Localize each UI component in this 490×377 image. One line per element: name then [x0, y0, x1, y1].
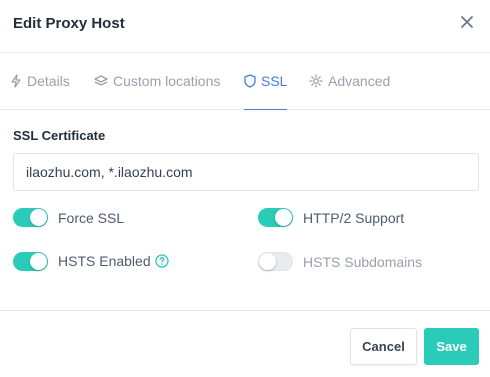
tab-custom-locations[interactable]: Custom locations — [94, 53, 220, 109]
tab-advanced[interactable]: Advanced — [309, 53, 390, 109]
tab-label: Advanced — [328, 73, 391, 89]
help-circle-icon[interactable] — [154, 253, 169, 271]
hsts-enabled-label: HSTS Enabled — [58, 253, 169, 271]
force-ssl-switch[interactable] — [13, 208, 48, 227]
cancel-button[interactable]: Cancel — [350, 328, 417, 365]
ssl-certificate-value: ilaozhu.com, *.ilaozhu.com — [26, 164, 193, 180]
hsts-enabled-switch[interactable] — [13, 252, 48, 271]
force-ssl-label: Force SSL — [58, 209, 125, 226]
tab-ssl[interactable]: SSL — [244, 53, 288, 110]
edit-proxy-host-dialog: Edit Proxy Host Details Custom locations… — [0, 0, 490, 377]
dialog-header: Edit Proxy Host — [0, 0, 490, 53]
close-icon[interactable] — [460, 15, 474, 29]
save-button[interactable]: Save — [424, 328, 479, 365]
tab-label: SSL — [261, 73, 288, 89]
dialog-title: Edit Proxy Host — [13, 15, 125, 32]
layers-icon — [94, 74, 108, 88]
force-ssl-toggle[interactable]: Force SSL — [13, 208, 124, 227]
http2-support-toggle[interactable]: HTTP/2 Support — [258, 208, 404, 227]
tab-label: Custom locations — [113, 73, 221, 89]
gear-icon — [309, 74, 323, 88]
hsts-enabled-toggle[interactable]: HSTS Enabled — [13, 252, 169, 271]
tab-bar: Details Custom locations SSL Advanced — [0, 53, 490, 110]
tab-details[interactable]: Details — [10, 53, 70, 109]
hsts-subdomains-toggle[interactable]: HSTS Subdomains — [258, 252, 422, 271]
http2-support-label: HTTP/2 Support — [303, 209, 405, 226]
tab-label: Details — [27, 73, 70, 89]
hsts-subdomains-switch[interactable] — [258, 252, 293, 271]
shield-icon — [244, 74, 256, 88]
http2-support-switch[interactable] — [258, 208, 293, 227]
dialog-footer: Cancel Save — [0, 310, 490, 377]
hsts-subdomains-label: HSTS Subdomains — [303, 253, 423, 270]
bolt-icon — [10, 74, 22, 88]
ssl-certificate-select[interactable]: ilaozhu.com, *.ilaozhu.com — [13, 153, 479, 191]
ssl-certificate-label: SSL Certificate — [13, 128, 106, 143]
